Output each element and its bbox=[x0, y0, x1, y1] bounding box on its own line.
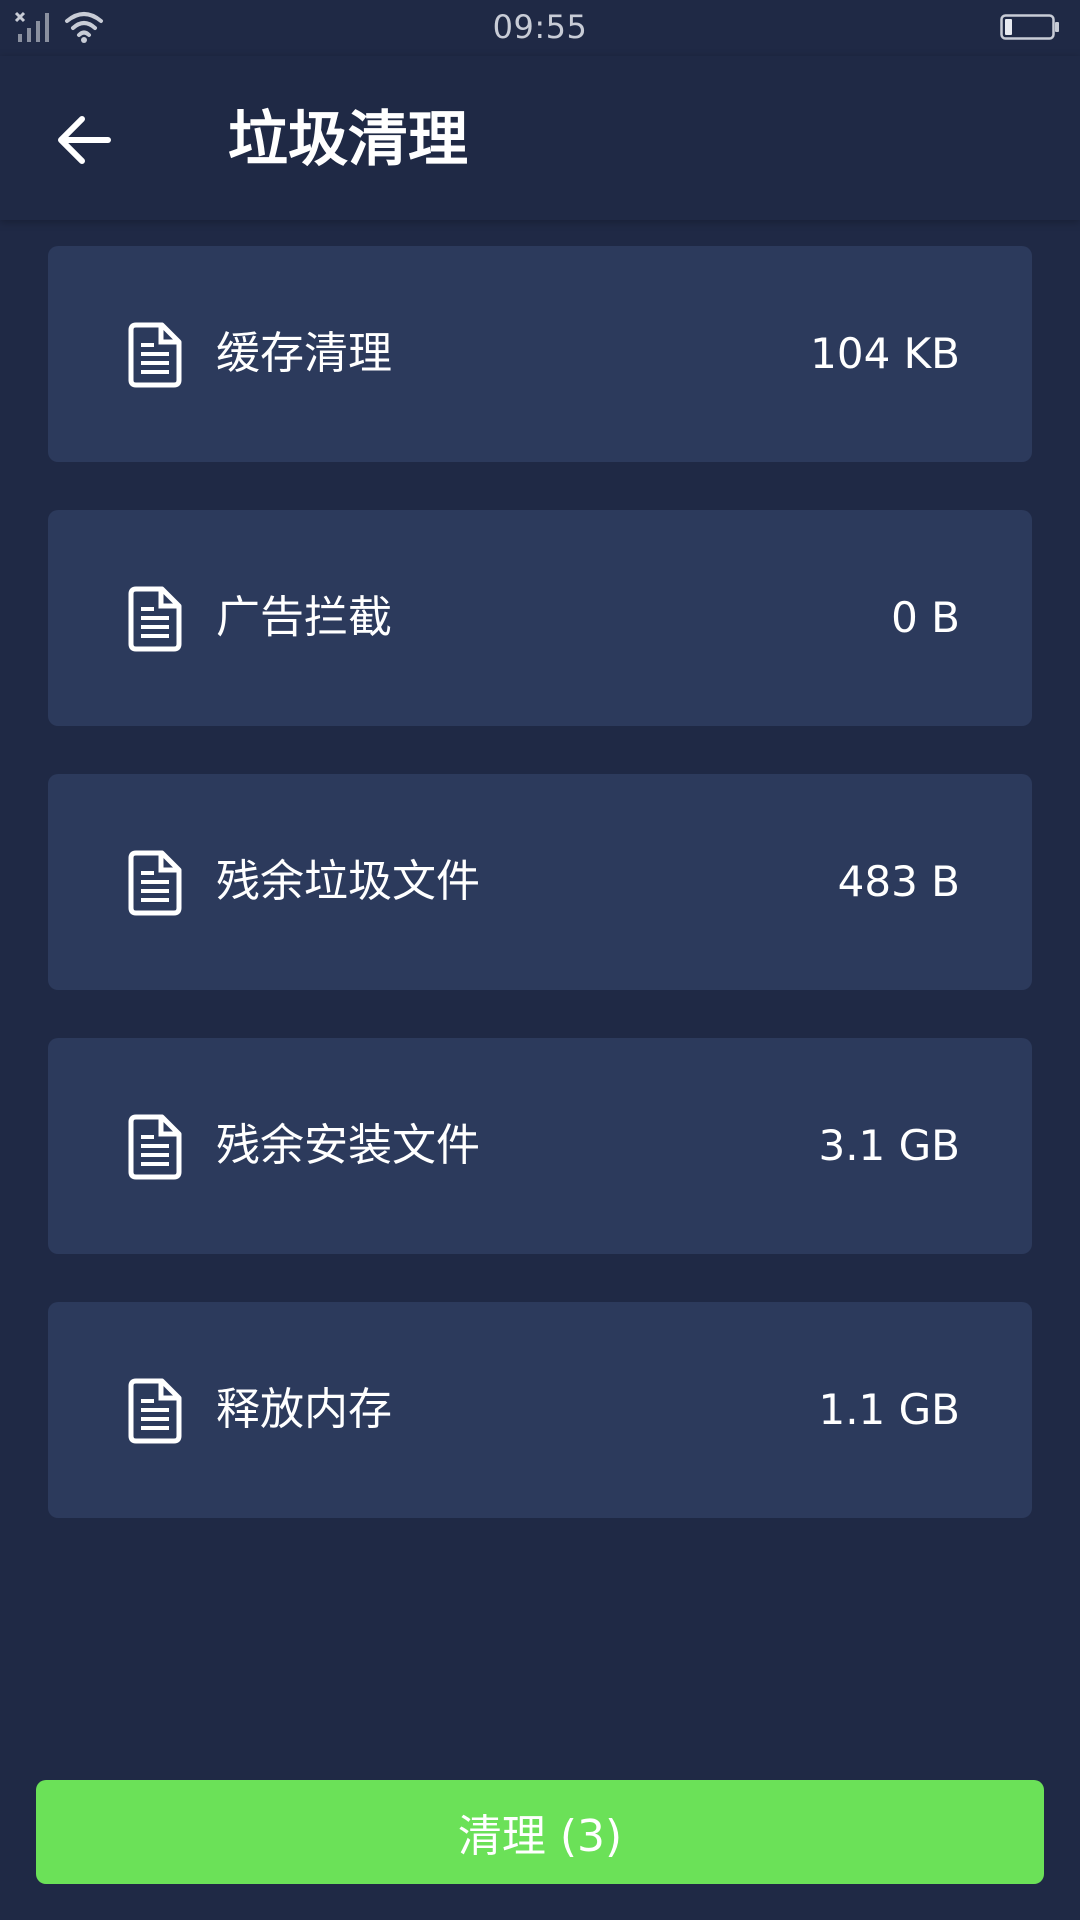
list-item-free-memory[interactable]: 释放内存 1.1 GB bbox=[48, 1302, 1032, 1518]
item-size: 0 B bbox=[891, 593, 960, 642]
clean-button[interactable]: 清理 (3) bbox=[36, 1780, 1044, 1884]
item-label: 缓存清理 bbox=[216, 328, 392, 379]
item-size: 483 B bbox=[837, 857, 960, 906]
clean-button-label: 清理 (3) bbox=[457, 1811, 623, 1862]
document-icon bbox=[128, 1114, 182, 1180]
list-item-ad-block[interactable]: 广告拦截 0 B bbox=[48, 510, 1032, 726]
document-icon bbox=[128, 586, 182, 652]
back-button[interactable] bbox=[46, 102, 122, 178]
junk-clean-screen: 09:55 垃圾清理 缓存清理 104 KB 广告拦截 0 B 残余垃圾文件 4… bbox=[0, 0, 1080, 1920]
page-title: 垃圾清理 bbox=[228, 105, 468, 175]
status-time: 09:55 bbox=[492, 8, 588, 46]
item-size: 1.1 GB bbox=[818, 1385, 960, 1434]
battery-icon bbox=[1000, 14, 1059, 40]
document-icon bbox=[128, 1378, 182, 1444]
status-bar: 09:55 bbox=[0, 0, 1080, 56]
item-label: 残余垃圾文件 bbox=[216, 856, 480, 907]
junk-item-list: 缓存清理 104 KB 广告拦截 0 B 残余垃圾文件 483 B 残余安装文件… bbox=[48, 246, 1032, 1566]
document-icon bbox=[128, 850, 182, 916]
item-size: 104 KB bbox=[810, 329, 960, 378]
app-header: 垃圾清理 bbox=[0, 56, 1080, 220]
document-icon bbox=[128, 322, 182, 388]
item-label: 广告拦截 bbox=[216, 592, 392, 643]
item-label: 释放内存 bbox=[216, 1384, 392, 1435]
item-label: 残余安装文件 bbox=[216, 1120, 480, 1171]
list-item-residual-install[interactable]: 残余安装文件 3.1 GB bbox=[48, 1038, 1032, 1254]
list-item-residual-junk[interactable]: 残余垃圾文件 483 B bbox=[48, 774, 1032, 990]
arrow-left-icon bbox=[58, 116, 111, 164]
list-item-cache-clean[interactable]: 缓存清理 104 KB bbox=[48, 246, 1032, 462]
item-size: 3.1 GB bbox=[818, 1121, 960, 1170]
